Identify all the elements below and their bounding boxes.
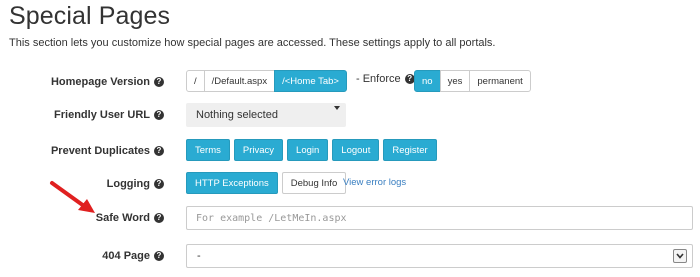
prevent-duplicates-label-text: Prevent Duplicates xyxy=(50,145,150,157)
homepage-version-label: Homepage Version ? xyxy=(51,76,164,88)
help-icon[interactable]: ? xyxy=(154,213,164,223)
friendly-user-url-dropdown[interactable]: Nothing selected xyxy=(186,103,346,127)
help-icon[interactable]: ? xyxy=(154,179,164,189)
chevron-down-icon xyxy=(676,253,684,259)
friendly-user-url-label: Friendly User URL ? xyxy=(54,109,164,121)
enforce-option-no[interactable]: no xyxy=(414,70,441,92)
homepage-option-home-tab[interactable]: /<Home Tab> xyxy=(274,70,347,92)
friendly-user-url-label-text: Friendly User URL xyxy=(54,109,150,121)
enforce-option-permanent[interactable]: permanent xyxy=(469,70,531,92)
page-404-label: 404 Page ? xyxy=(102,250,164,262)
red-arrow-annotation xyxy=(50,181,95,213)
select-chevron-button[interactable] xyxy=(673,249,687,263)
logging-buttons: HTTP Exceptions Debug Info xyxy=(186,172,347,194)
help-icon[interactable]: ? xyxy=(154,146,164,156)
debug-info-button[interactable]: Debug Info xyxy=(281,172,347,194)
view-error-logs-link[interactable]: View error logs xyxy=(343,177,406,188)
prevent-duplicates-buttons: Terms Privacy Login Logout Register xyxy=(186,139,437,161)
help-icon[interactable]: ? xyxy=(154,110,164,120)
logging-label: Logging ? xyxy=(107,178,164,190)
page-404-value: - xyxy=(197,250,201,262)
privacy-button[interactable]: Privacy xyxy=(233,139,284,161)
homepage-version-label-text: Homepage Version xyxy=(50,76,150,88)
homepage-option-default-aspx[interactable]: /Default.aspx xyxy=(203,70,276,92)
register-button[interactable]: Register xyxy=(383,139,437,161)
enforce-label-text: - Enforce xyxy=(356,73,401,85)
logout-button[interactable]: Logout xyxy=(332,139,380,161)
enforce-option-yes[interactable]: yes xyxy=(439,70,471,92)
caret-down-icon xyxy=(334,106,340,110)
prevent-duplicates-label: Prevent Duplicates ? xyxy=(51,145,164,157)
safe-word-label: Safe Word ? xyxy=(96,212,164,224)
page-title: Special Pages xyxy=(9,2,171,30)
homepage-option-root[interactable]: / xyxy=(186,70,205,92)
http-exceptions-button[interactable]: HTTP Exceptions xyxy=(186,172,278,194)
terms-button[interactable]: Terms xyxy=(186,139,230,161)
login-button[interactable]: Login xyxy=(287,139,329,161)
help-icon[interactable]: ? xyxy=(154,251,164,261)
help-icon[interactable]: ? xyxy=(154,77,164,87)
safe-word-label-text: Safe Word xyxy=(95,212,150,224)
logging-label-text: Logging xyxy=(106,178,150,190)
safe-word-input[interactable] xyxy=(186,206,693,230)
homepage-version-group: / /Default.aspx /<Home Tab> xyxy=(186,70,347,92)
page-404-select[interactable]: - xyxy=(186,244,693,268)
page-404-label-text: 404 Page xyxy=(102,250,150,262)
enforce-group: no yes permanent xyxy=(414,70,531,92)
enforce-label: - Enforce ? xyxy=(356,73,415,85)
page-description: This section lets you customize how spec… xyxy=(9,37,496,49)
friendly-user-url-value: Nothing selected xyxy=(196,109,278,121)
